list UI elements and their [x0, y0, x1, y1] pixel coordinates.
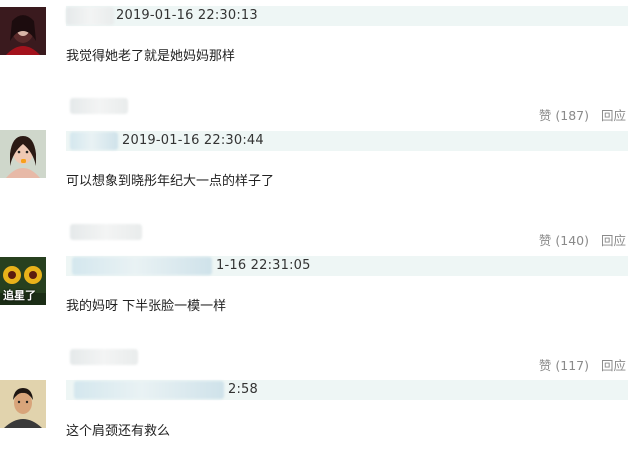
- comment-time: 1-16 22:31:05: [216, 258, 311, 273]
- reply-button[interactable]: 回应: [601, 358, 626, 373]
- comment-2: 2019-01-16 22:30:44 可以想象到晓彤年纪大一点的样子了: [0, 125, 640, 235]
- username-redacted: [70, 349, 138, 365]
- comment-meta-bar: 2:58: [66, 380, 628, 400]
- username-redacted: [74, 381, 224, 399]
- reply-button[interactable]: 回应: [601, 108, 626, 123]
- comment-text: 这个肩颈还有救么: [66, 424, 171, 439]
- comment-1: 2019-01-16 22:30:13 我觉得她老了就是她妈妈那样: [0, 0, 640, 110]
- comment-3: 追星了 1-16 22:31:05 我的妈呀 下半张脸一模一样: [0, 250, 640, 360]
- like-button[interactable]: 赞 (187): [539, 108, 589, 123]
- username-redacted: [70, 98, 128, 114]
- username-redacted: [72, 257, 212, 275]
- comment-time: 2019-01-16 22:30:44: [122, 133, 264, 148]
- comment-time: 2:58: [228, 382, 258, 397]
- comment-text: 可以想象到晓彤年纪大一点的样子了: [66, 174, 275, 189]
- avatar[interactable]: [0, 130, 46, 178]
- username-redacted: [66, 7, 114, 25]
- avatar[interactable]: [0, 380, 46, 428]
- comment-text: 我觉得她老了就是她妈妈那样: [66, 49, 236, 64]
- avatar[interactable]: 追星了: [0, 257, 46, 305]
- comment-1-actions: 赞 (187) 回应: [539, 105, 626, 124]
- avatar-caption: 追星了: [3, 289, 36, 302]
- comment-meta-bar: 2019-01-16 22:30:44: [66, 131, 628, 151]
- reply-button[interactable]: 回应: [601, 233, 626, 248]
- avatar-image: [0, 130, 46, 178]
- username-redacted: [70, 132, 118, 150]
- avatar-image: [0, 7, 46, 55]
- comment-3-actions: 赞 (117) 回应: [539, 355, 626, 374]
- like-button[interactable]: 赞 (117): [539, 358, 589, 373]
- comment-2-actions: 赞 (140) 回应: [539, 230, 626, 249]
- avatar-image: [0, 380, 46, 428]
- comment-time: 2019-01-16 22:30:13: [116, 8, 258, 23]
- comment-text: 我的妈呀 下半张脸一模一样: [66, 299, 227, 314]
- comment-meta-bar: 2019-01-16 22:30:13: [66, 6, 628, 26]
- comment-meta-bar: 1-16 22:31:05: [66, 256, 628, 276]
- like-button[interactable]: 赞 (140): [539, 233, 589, 248]
- avatar[interactable]: [0, 7, 46, 55]
- comment-4: 2:58 这个肩颈还有救么: [0, 375, 640, 451]
- username-redacted: [70, 224, 142, 240]
